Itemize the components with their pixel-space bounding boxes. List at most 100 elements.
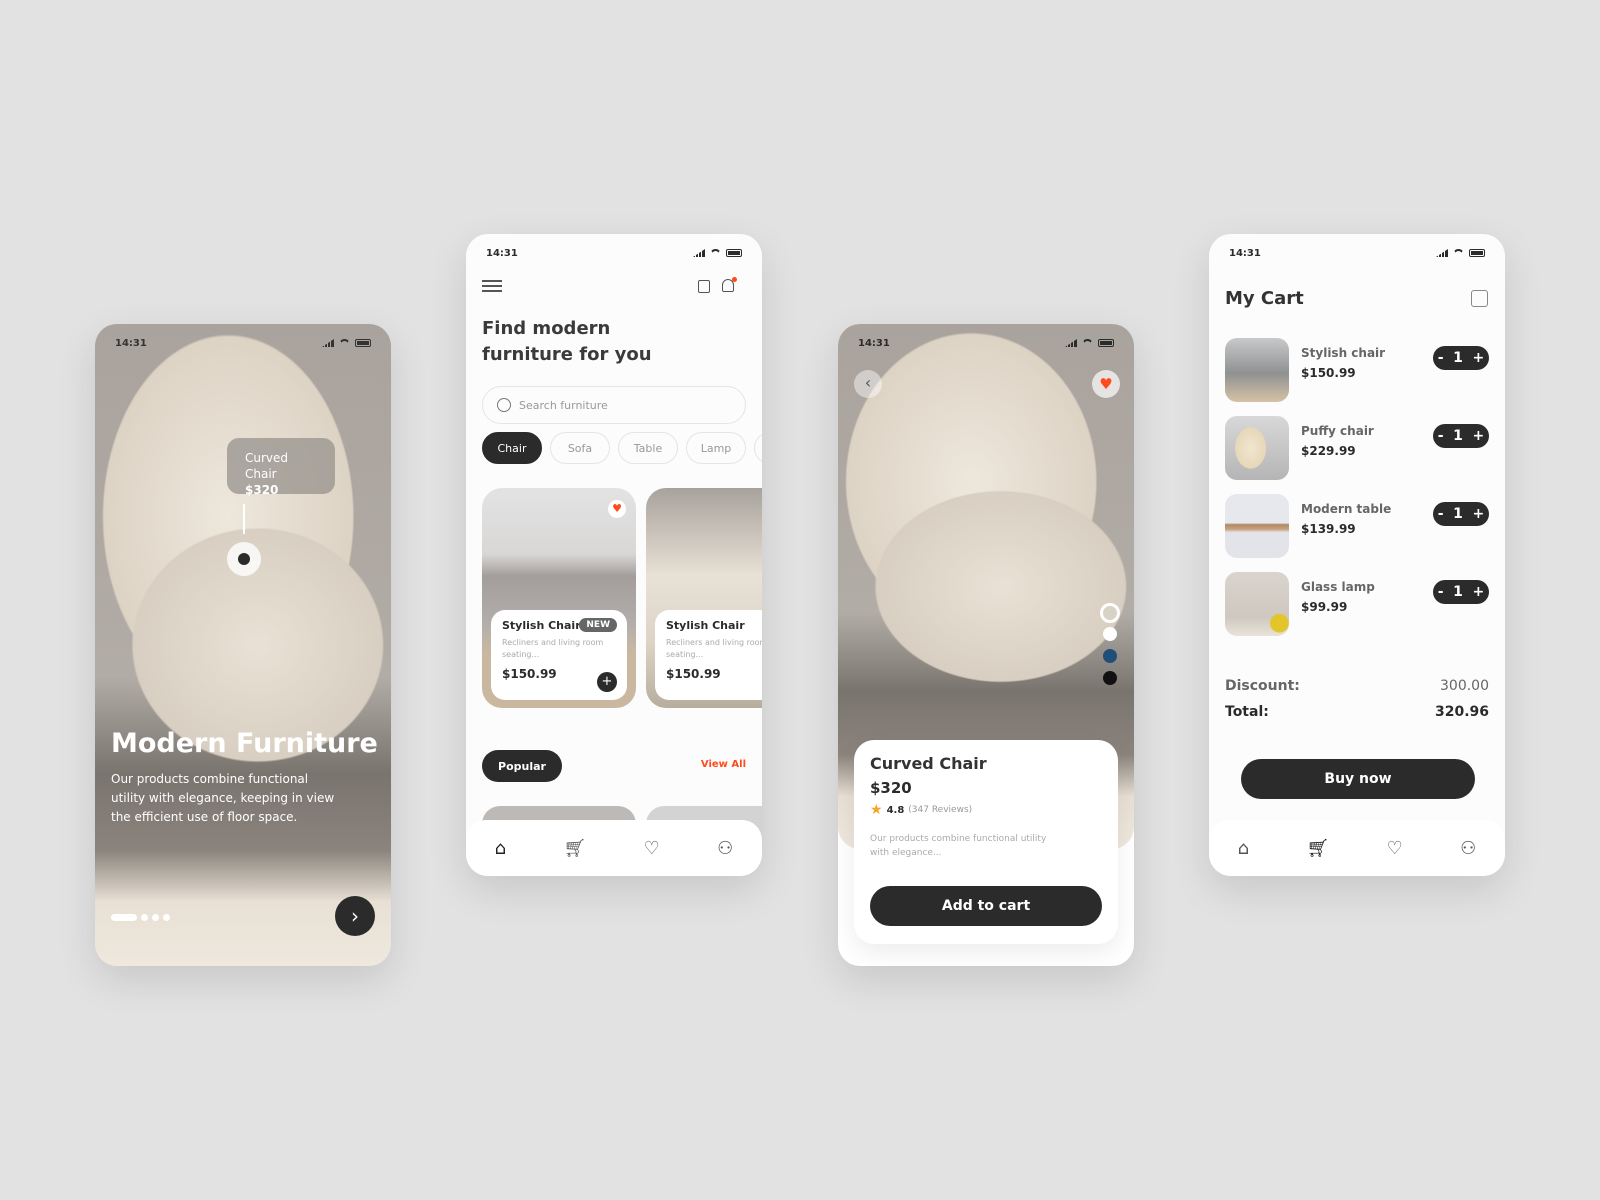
favorite-button[interactable]: ♥ (608, 500, 626, 518)
category-more[interactable] (754, 432, 762, 464)
product-price: $150.99 (666, 667, 721, 681)
home-icon[interactable]: ⌂ (495, 838, 506, 859)
color-option-white[interactable] (1103, 627, 1117, 641)
quantity-stepper[interactable]: -1 + (1433, 580, 1489, 604)
status-bar: 14:31 (1229, 246, 1485, 260)
quantity-value: 1 (1453, 506, 1463, 522)
status-time: 14:31 (1229, 247, 1261, 259)
status-time: 14:31 (115, 337, 147, 349)
decrease-button[interactable]: - (1438, 428, 1444, 444)
quantity-stepper[interactable]: -1 + (1433, 424, 1489, 448)
popular-tab[interactable]: Popular (482, 750, 562, 782)
profile-icon[interactable]: ⚇ (717, 838, 733, 859)
page-title: Find modern furniture for you (482, 316, 652, 368)
product-card[interactable]: Stylish Chair Recliners and living room … (646, 488, 762, 708)
add-to-cart-button[interactable]: Add to cart (870, 886, 1102, 926)
color-option-blue[interactable] (1103, 649, 1117, 663)
color-option-beige[interactable] (1100, 603, 1120, 623)
quantity-value: 1 (1453, 428, 1463, 444)
shopping-bag-icon[interactable] (698, 280, 710, 293)
notification-bell-icon[interactable] (722, 277, 737, 292)
hotspot-dot[interactable] (227, 542, 261, 576)
item-thumbnail (1225, 338, 1289, 402)
wifi-icon (710, 248, 721, 258)
next-button[interactable]: › (335, 896, 375, 936)
item-thumbnail (1225, 494, 1289, 558)
page-title: My Cart (1225, 288, 1304, 309)
item-name: Modern table (1301, 502, 1392, 516)
view-all-link[interactable]: View All (701, 759, 746, 770)
tag-name: Curved Chair (245, 451, 289, 481)
status-bar: 14:31 (115, 336, 371, 350)
rating: ★ 4.8 (347 Reviews) (870, 802, 1102, 818)
onboarding-description: Our products combine functional utility … (111, 772, 335, 824)
product-name: Curved Chair (870, 754, 987, 773)
status-bar: 14:31 (858, 336, 1114, 350)
product-info: Stylish Chair NEW Recliners and living r… (491, 610, 627, 700)
status-time: 14:31 (486, 247, 518, 259)
category-lamp[interactable]: Lamp (686, 432, 746, 464)
bottom-nav: ⌂ 🛒︎ ♡ ⚇ (1209, 820, 1505, 876)
star-icon: ★ (870, 802, 883, 818)
product-name: Stylish Chair (666, 619, 745, 632)
category-table[interactable]: Table (618, 432, 678, 464)
product-tag[interactable]: Curved Chair $320 (227, 438, 335, 497)
cart-screen: 14:31 My Cart Stylish chair $150.99-1 + Pu… (1209, 234, 1505, 876)
buy-now-button[interactable]: Buy now (1241, 759, 1475, 799)
review-count[interactable]: (347 Reviews) (908, 805, 972, 815)
discount-value: 300.00 (1440, 678, 1489, 694)
color-option-black[interactable] (1103, 671, 1117, 685)
category-chair[interactable]: Chair (482, 432, 542, 464)
item-name: Stylish chair (1301, 346, 1386, 360)
quantity-value: 1 (1453, 584, 1463, 600)
battery-icon (355, 339, 371, 347)
cart-icon[interactable]: 🛒︎ (563, 838, 586, 859)
product-info: Stylish Chair Recliners and living room … (655, 610, 762, 700)
battery-icon (1469, 249, 1485, 257)
favorite-button[interactable]: ♥ (1092, 370, 1120, 398)
detail-screen: 14:31 ‹ ♥ Curved Chair $320 ★ 4.8 (347 Rev… (838, 324, 1134, 966)
product-card[interactable]: ♥ Stylish Chair NEW Recliners and living… (482, 488, 636, 708)
category-sofa[interactable]: Sofa (550, 432, 610, 464)
rating-value: 4.8 (886, 804, 905, 816)
increase-button[interactable]: + (1472, 350, 1484, 366)
home-screen: 14:31 Find modern furniture for you Searc… (466, 234, 762, 876)
item-thumbnail (1225, 572, 1289, 636)
signal-icon (322, 339, 334, 347)
profile-icon[interactable]: ⚇ (1460, 838, 1476, 859)
home-icon[interactable]: ⌂ (1238, 838, 1249, 859)
increase-button[interactable]: + (1472, 584, 1484, 600)
quantity-stepper[interactable]: -1 + (1433, 346, 1489, 370)
tag-line (243, 504, 245, 534)
status-time: 14:31 (858, 337, 890, 349)
increase-button[interactable]: + (1472, 428, 1484, 444)
page-indicator (111, 914, 170, 921)
new-badge: NEW (579, 618, 617, 632)
cart-item: Stylish chair $150.99 -1 + (1225, 338, 1489, 402)
back-button[interactable]: ‹ (854, 370, 882, 398)
search-input[interactable]: Search furniture (482, 386, 746, 424)
total-value: 320.96 (1434, 704, 1489, 720)
title-line: furniture for you (482, 344, 652, 365)
decrease-button[interactable]: - (1438, 584, 1444, 600)
cart-icon[interactable]: 🛒︎ (1306, 838, 1329, 859)
chevron-left-icon: ‹ (864, 373, 872, 392)
quantity-stepper[interactable]: -1 + (1433, 502, 1489, 526)
item-price: $139.99 (1301, 522, 1356, 536)
edit-icon[interactable] (1471, 290, 1488, 307)
heart-icon[interactable]: ♡ (1387, 838, 1403, 859)
cart-item: Puffy chair $229.99 -1 + (1225, 416, 1489, 480)
onboarding-screen: 14:31 Curved Chair $320 Modern Furniture… (95, 324, 391, 966)
item-thumbnail (1225, 416, 1289, 480)
decrease-button[interactable]: - (1438, 350, 1444, 366)
battery-icon (726, 249, 742, 257)
menu-icon[interactable] (482, 280, 502, 292)
increase-button[interactable]: + (1472, 506, 1484, 522)
decrease-button[interactable]: - (1438, 506, 1444, 522)
heart-icon: ♥ (1099, 375, 1113, 393)
heart-icon: ♥ (612, 502, 622, 515)
product-price: $320 (870, 779, 912, 797)
add-button[interactable]: + (597, 672, 617, 692)
wifi-icon (1082, 338, 1093, 348)
heart-icon[interactable]: ♡ (644, 838, 660, 859)
